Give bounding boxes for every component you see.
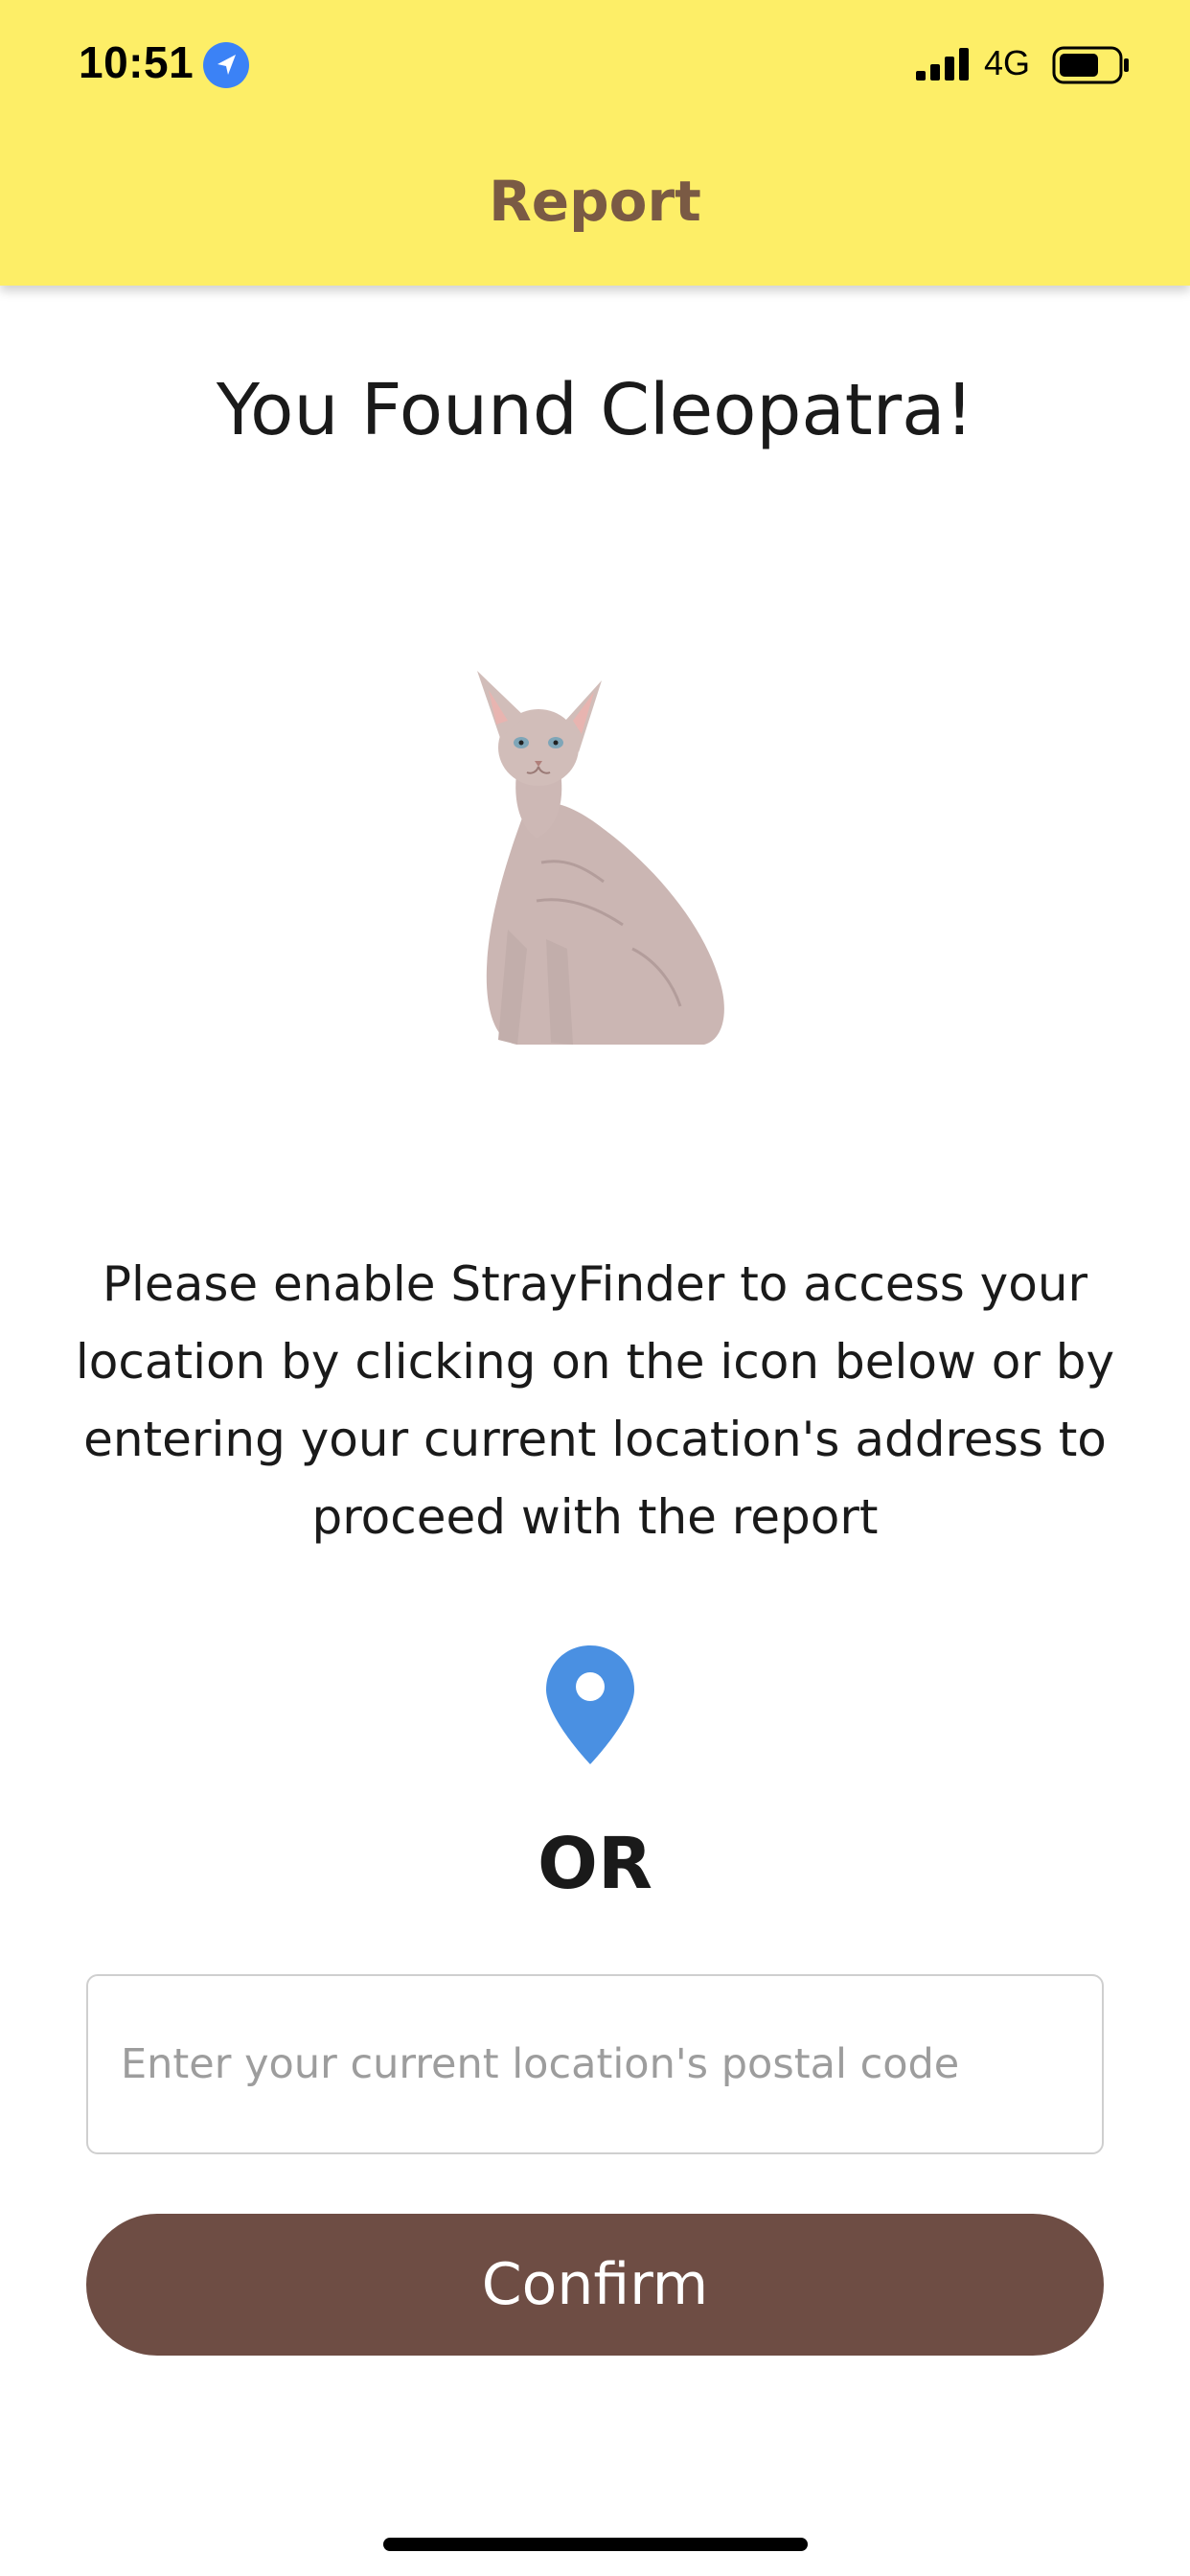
postal-code-input[interactable] (86, 1974, 1104, 2154)
found-pet-heading: You Found Cleopatra! (216, 369, 974, 451)
confirm-button[interactable]: Confirm (86, 2214, 1104, 2356)
app-header: 10:51 4G Report (0, 0, 1190, 286)
map-pin-icon[interactable] (544, 1644, 636, 1768)
or-divider-label: OR (538, 1823, 652, 1905)
network-type: 4G (984, 43, 1031, 82)
battery-icon (1052, 46, 1129, 84)
sphynx-cat-image (477, 671, 724, 1045)
home-indicator (383, 2538, 808, 2551)
location-instructions: Please enable StrayFinder to access your… (75, 1256, 1115, 1545)
page-title: Report (489, 169, 701, 234)
cellular-signal-icon (916, 48, 969, 80)
status-time: 10:51 (79, 37, 195, 87)
location-arrow-icon (203, 42, 249, 88)
